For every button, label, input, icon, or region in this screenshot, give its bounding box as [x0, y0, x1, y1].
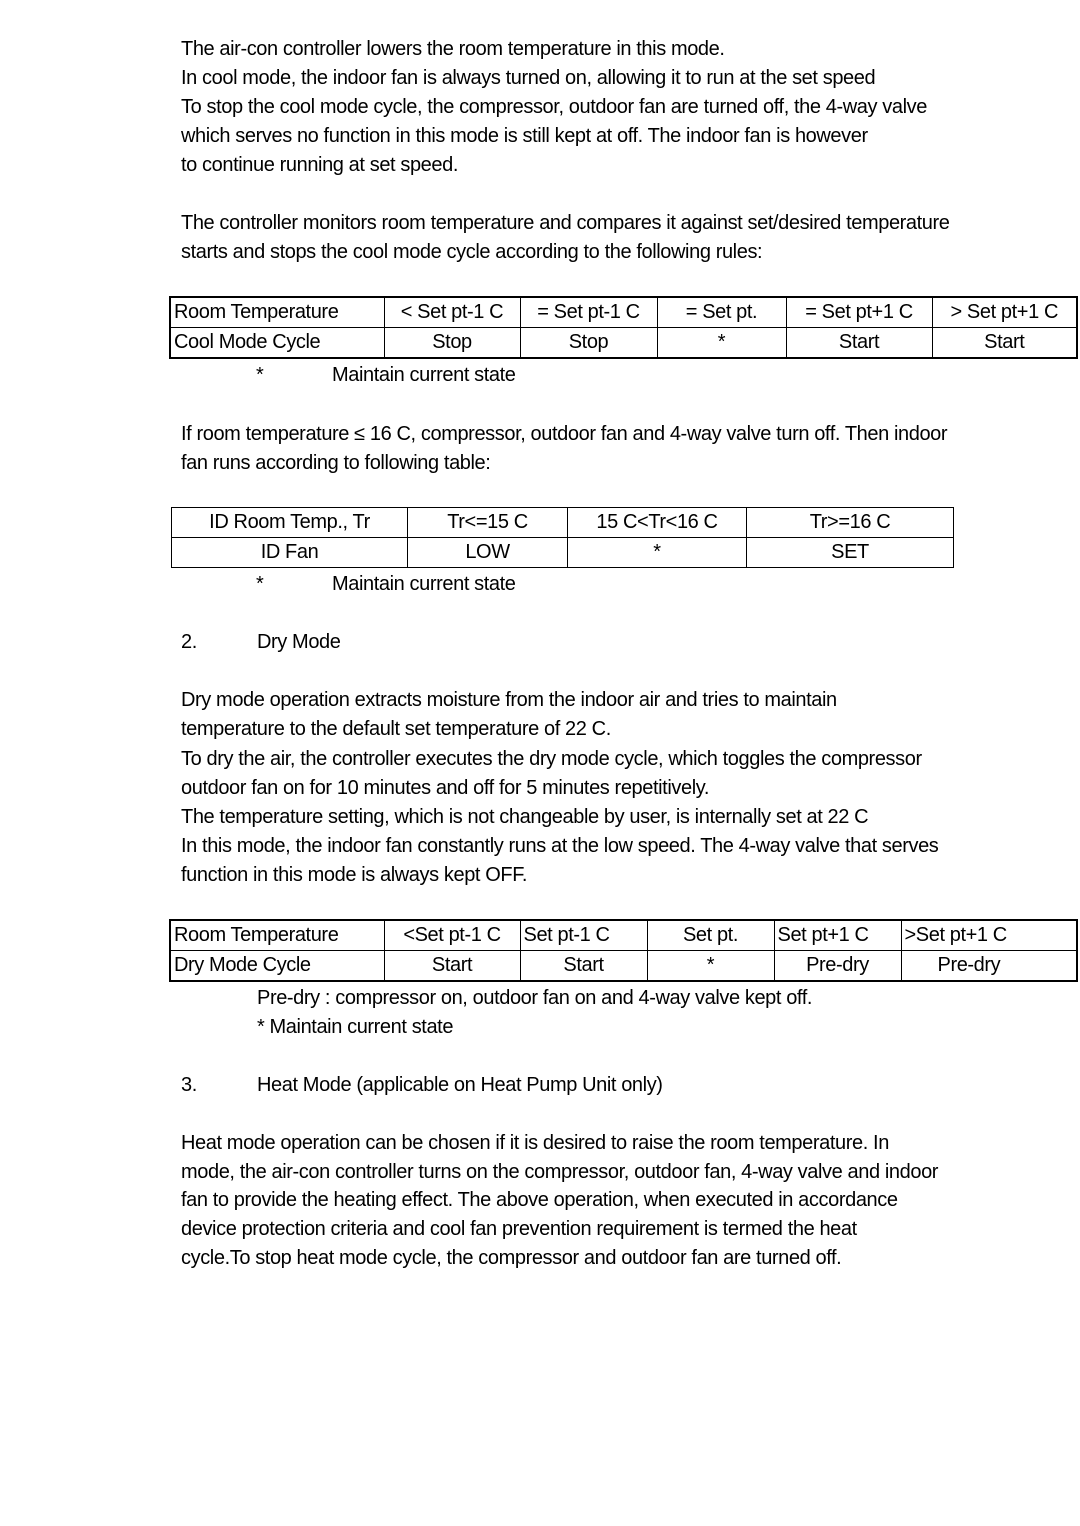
table-cell: Tr>=16 C	[746, 507, 954, 538]
text-line: The air-con controller lowers the room t…	[181, 38, 725, 60]
table-cell: Pre-dry	[900, 950, 1078, 982]
text-line: fan runs according to following table:	[181, 452, 491, 474]
table-cell: Cool Mode Cycle	[169, 327, 385, 359]
text-line: The controller monitors room temperature…	[181, 212, 950, 234]
indoor-fan-table: ID Room Temp., Tr Tr<=15 C 15 C<Tr<16 C …	[171, 507, 954, 568]
table-cell: Set pt.	[646, 919, 775, 951]
table-row: Room Temperature <Set pt-1 C Set pt-1 C …	[169, 919, 1078, 951]
table-cell: = Set pt.	[656, 296, 787, 328]
text-line: to continue running at set speed.	[181, 154, 459, 176]
footnote-star: *	[256, 573, 264, 595]
text-line: Dry mode operation extracts moisture fro…	[181, 689, 837, 711]
text-line: cycle.To stop heat mode cycle, the compr…	[181, 1247, 842, 1269]
table-cell: Start	[785, 327, 933, 359]
text-line: In this mode, the indoor fan constantly …	[181, 835, 939, 857]
table-row: Room Temperature < Set pt-1 C = Set pt-1…	[169, 296, 1078, 328]
table-cell: Dry Mode Cycle	[169, 950, 385, 982]
table-cell: = Set pt+1 C	[785, 296, 933, 328]
table-cell: < Set pt-1 C	[383, 296, 521, 328]
table-cell: Stop	[383, 327, 521, 359]
table-cell: Stop	[519, 327, 658, 359]
table-cell: Start	[519, 950, 648, 982]
text-line: fan to provide the heating effect. The a…	[181, 1189, 898, 1211]
table-cell: 15 C<Tr<16 C	[567, 507, 747, 538]
footnote-star: *	[256, 364, 264, 386]
section-number: 2.	[181, 631, 197, 653]
table-cell: Start	[931, 327, 1078, 359]
table-cell: ID Fan	[171, 537, 408, 568]
section-number: 3.	[181, 1074, 197, 1096]
section-heading: Dry Mode	[257, 631, 341, 653]
table-cell: > Set pt+1 C	[931, 296, 1078, 328]
cool-mode-table: Room Temperature < Set pt-1 C = Set pt-1…	[169, 296, 1078, 359]
text-line: To stop the cool mode cycle, the compres…	[181, 96, 927, 118]
table-cell: *	[567, 537, 747, 568]
table-cell: Room Temperature	[169, 296, 385, 328]
table-cell: Room Temperature	[169, 919, 385, 951]
text-line: function in this mode is always kept OFF…	[181, 864, 527, 886]
footnote: Pre-dry : compressor on, outdoor fan on …	[257, 987, 813, 1009]
text-line: temperature to the default set temperatu…	[181, 718, 611, 740]
table-cell: Tr<=15 C	[407, 507, 568, 538]
dry-mode-table: Room Temperature <Set pt-1 C Set pt-1 C …	[169, 919, 1078, 982]
text-line: outdoor fan on for 10 minutes and off fo…	[181, 777, 710, 799]
table-cell: Pre-dry	[773, 950, 902, 982]
text-line: starts and stops the cool mode cycle acc…	[181, 241, 763, 263]
table-row: Cool Mode Cycle Stop Stop * Start Start	[169, 327, 1078, 359]
text-line: Heat mode operation can be chosen if it …	[181, 1132, 889, 1154]
table-cell: <Set pt-1 C	[383, 919, 521, 951]
footnote: Maintain current state	[332, 573, 516, 595]
table-row: ID Fan LOW * SET	[171, 537, 954, 568]
table-cell: Set pt+1 C	[773, 919, 902, 951]
text-line: which serves no function in this mode is…	[181, 125, 868, 147]
table-cell: *	[646, 950, 775, 982]
table-cell: >Set pt+1 C	[900, 919, 1078, 951]
text-line: mode, the air-con controller turns on th…	[181, 1161, 939, 1183]
footnote: * Maintain current state	[257, 1016, 454, 1038]
table-row: Dry Mode Cycle Start Start * Pre-dry Pre…	[169, 950, 1078, 982]
text-line: If room temperature ≤ 16 C, compressor, …	[181, 423, 948, 445]
table-row: ID Room Temp., Tr Tr<=15 C 15 C<Tr<16 C …	[171, 507, 954, 538]
text-line: In cool mode, the indoor fan is always t…	[181, 67, 876, 89]
section-heading: Heat Mode (applicable on Heat Pump Unit …	[257, 1074, 663, 1096]
footnote: Maintain current state	[332, 364, 516, 386]
table-cell: Start	[383, 950, 521, 982]
table-cell: SET	[746, 537, 954, 568]
table-cell: *	[656, 327, 787, 359]
table-cell: Set pt-1 C	[519, 919, 648, 951]
text-line: To dry the air, the controller executes …	[181, 748, 922, 770]
table-cell: ID Room Temp., Tr	[171, 507, 408, 538]
table-cell: LOW	[407, 537, 568, 568]
table-cell: = Set pt-1 C	[519, 296, 658, 328]
text-line: device protection criteria and cool fan …	[181, 1218, 857, 1240]
text-line: The temperature setting, which is not ch…	[181, 806, 869, 828]
